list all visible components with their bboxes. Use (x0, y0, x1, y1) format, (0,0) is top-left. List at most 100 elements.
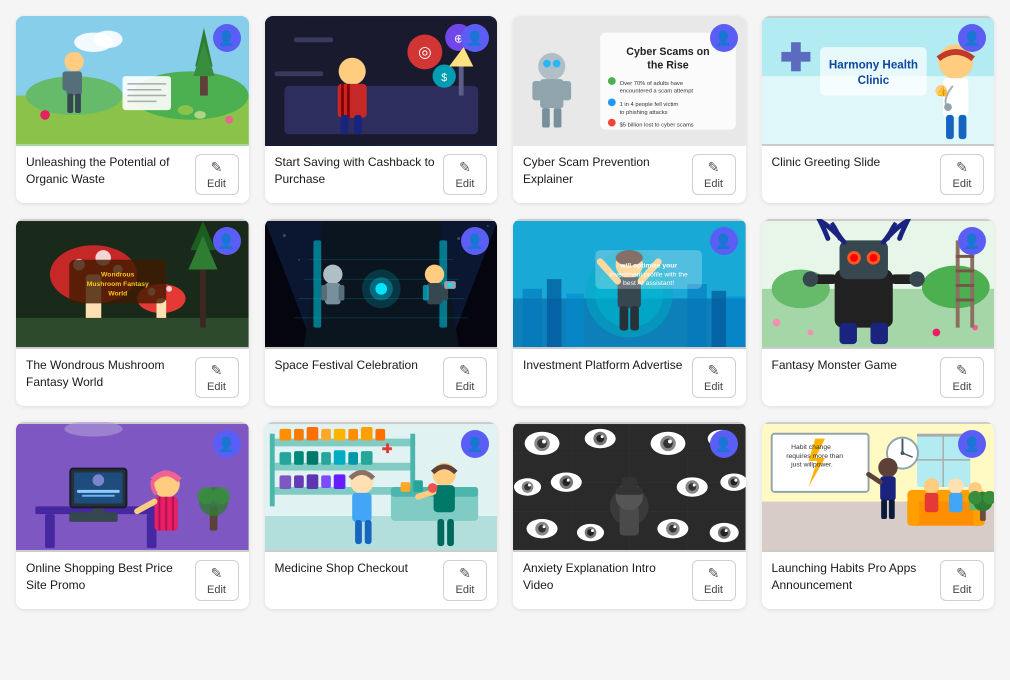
avatar-badge: 👤 (710, 227, 738, 255)
edit-button-monster[interactable]: ✎ Edit (940, 357, 984, 398)
svg-text:to phishing attacks: to phishing attacks (620, 110, 668, 116)
edit-label: Edit (953, 178, 972, 190)
edit-label: Edit (704, 178, 723, 190)
svg-text:$: $ (441, 72, 447, 84)
card-title-anxiety: Anxiety Explanation Intro Video (523, 560, 684, 594)
thumbnail-investment: 👤 (513, 219, 746, 349)
card-body: Cyber Scam Prevention Explainer ✎ Edit (513, 146, 746, 203)
edit-icon: ✎ (956, 159, 968, 176)
avatar-badge: 👤 (213, 227, 241, 255)
svg-text:Wondrous: Wondrous (101, 271, 135, 278)
card-body: Investment Platform Advertise ✎ Edit (513, 349, 746, 406)
card-body: Anxiety Explanation Intro Video ✎ Edit (513, 552, 746, 609)
card-title-monster: Fantasy Monster Game (772, 357, 933, 374)
edit-icon: ✎ (708, 362, 720, 379)
thumbnail-medicine: 👤 (265, 422, 498, 552)
svg-text:requires more than: requires more than (786, 453, 843, 460)
edit-button-space[interactable]: ✎ Edit (443, 357, 487, 398)
card-cyber-scam: 👤 Cyber Scams on (513, 16, 746, 203)
card-title-shopping: Online Shopping Best Price Site Promo (26, 560, 187, 594)
svg-text:best AI assistant!: best AI assistant! (623, 280, 674, 287)
card-body: The Wondrous Mushroom Fantasy World ✎ Ed… (16, 349, 249, 406)
avatar-badge: 👤 (213, 430, 241, 458)
card-mushroom-world: 👤 (16, 219, 249, 406)
card-cashback: 👤 ◎ ⊕ $ (265, 16, 498, 203)
card-title-habits: Launching Habits Pro Apps Announcement (772, 560, 933, 594)
edit-button-medicine[interactable]: ✎ Edit (443, 560, 487, 601)
card-body: Online Shopping Best Price Site Promo ✎ … (16, 552, 249, 609)
edit-icon: ✎ (708, 159, 720, 176)
card-medicine-shop: 👤 (265, 422, 498, 609)
thumbnail-monster: 👤 (762, 219, 995, 349)
card-title-cashback: Start Saving with Cashback to Purchase (275, 154, 436, 188)
thumbnail-mushroom: 👤 (16, 219, 249, 349)
card-investment: 👤 (513, 219, 746, 406)
edit-icon: ✎ (459, 565, 471, 582)
svg-text:$5 billion lost to cyber scams: $5 billion lost to cyber scams (620, 123, 694, 129)
card-body: Fantasy Monster Game ✎ Edit (762, 349, 995, 406)
card-body: Launching Habits Pro Apps Announcement ✎… (762, 552, 995, 609)
edit-button-anxiety[interactable]: ✎ Edit (692, 560, 736, 601)
edit-label: Edit (953, 584, 972, 596)
thumbnail-habits: 👤 Ha (762, 422, 995, 552)
svg-text:the Rise: the Rise (647, 59, 688, 71)
edit-button-cashback[interactable]: ✎ Edit (443, 154, 487, 195)
avatar-badge: 👤 (958, 430, 986, 458)
svg-text:will optimize your: will optimize your (619, 263, 677, 270)
card-body: Start Saving with Cashback to Purchase ✎… (265, 146, 498, 203)
card-body: Clinic Greeting Slide ✎ Edit (762, 146, 995, 203)
edit-button-shopping[interactable]: ✎ Edit (195, 560, 239, 601)
card-body: Space Festival Celebration ✎ Edit (265, 349, 498, 406)
svg-text:1 in 4 people fell victim: 1 in 4 people fell victim (620, 102, 679, 108)
edit-label: Edit (704, 381, 723, 393)
edit-label: Edit (456, 584, 475, 596)
card-body: Medicine Shop Checkout ✎ Edit (265, 552, 498, 609)
avatar-badge: 👤 (213, 24, 241, 52)
edit-button-clinic[interactable]: ✎ Edit (940, 154, 984, 195)
thumbnail-cyber-scam: 👤 Cyber Scams on (513, 16, 746, 146)
thumbnail-cashback: 👤 ◎ ⊕ $ (265, 16, 498, 146)
edit-button-organic[interactable]: ✎ Edit (195, 154, 239, 195)
edit-icon: ✎ (211, 362, 223, 379)
edit-button-investment[interactable]: ✎ Edit (692, 357, 736, 398)
edit-button-habits[interactable]: ✎ Edit (940, 560, 984, 601)
card-title-investment: Investment Platform Advertise (523, 357, 684, 374)
edit-label: Edit (207, 381, 226, 393)
thumbnail-space: 👤 (265, 219, 498, 349)
svg-text:Harmony Health: Harmony Health (828, 58, 917, 71)
svg-text:👍: 👍 (936, 86, 948, 98)
edit-icon: ✎ (956, 565, 968, 582)
edit-label: Edit (456, 381, 475, 393)
cards-grid: 👤 (16, 16, 994, 609)
svg-text:Habit change: Habit change (791, 444, 831, 451)
card-title-medicine: Medicine Shop Checkout (275, 560, 436, 577)
edit-icon: ✎ (956, 362, 968, 379)
svg-text:Cyber Scams on: Cyber Scams on (626, 46, 709, 58)
card-habits-pro: 👤 Ha (762, 422, 995, 609)
avatar-badge: 👤 (710, 24, 738, 52)
card-clinic-greeting: 👤 Harmony Health Clinic (762, 16, 995, 203)
edit-icon: ✎ (211, 159, 223, 176)
svg-text:World: World (108, 291, 127, 298)
card-anxiety: 👤 (513, 422, 746, 609)
edit-button-cyber[interactable]: ✎ Edit (692, 154, 736, 195)
card-title-mushroom: The Wondrous Mushroom Fantasy World (26, 357, 187, 391)
edit-label: Edit (704, 584, 723, 596)
thumbnail-clinic: 👤 Harmony Health Clinic (762, 16, 995, 146)
edit-icon: ✎ (211, 565, 223, 582)
edit-label: Edit (207, 584, 226, 596)
card-space-festival: 👤 (265, 219, 498, 406)
edit-button-mushroom[interactable]: ✎ Edit (195, 357, 239, 398)
svg-text:encountered a scam attempt: encountered a scam attempt (620, 89, 694, 95)
card-online-shopping: 👤 (16, 422, 249, 609)
edit-label: Edit (953, 381, 972, 393)
avatar-badge: 👤 (461, 24, 489, 52)
svg-text:just willpower.: just willpower. (790, 462, 833, 469)
avatar-badge: 👤 (958, 24, 986, 52)
card-fantasy-monster: 👤 (762, 219, 995, 406)
thumbnail-anxiety: 👤 (513, 422, 746, 552)
card-body: Unleashing the Potential of Organic Wast… (16, 146, 249, 203)
svg-text:Clinic: Clinic (857, 74, 889, 87)
avatar-badge: 👤 (461, 227, 489, 255)
svg-text:Over 70% of adults have: Over 70% of adults have (620, 81, 683, 87)
